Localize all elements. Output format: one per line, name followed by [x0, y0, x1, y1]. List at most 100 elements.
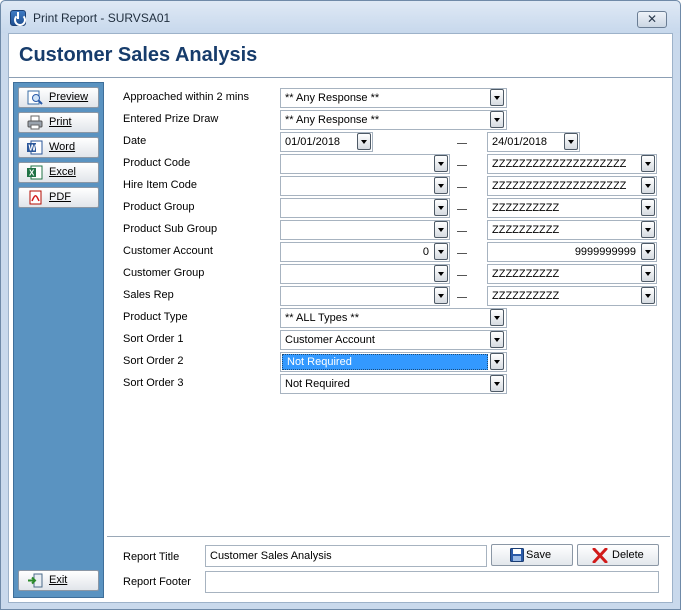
customer-group-from-field[interactable]	[280, 264, 450, 284]
customer-account-from-value: 0	[422, 246, 429, 258]
date-label: Date	[123, 135, 147, 147]
pdf-icon	[29, 190, 42, 205]
report-footer-panel: Report Title Customer Sales Analysis Sav…	[107, 536, 670, 600]
save-button[interactable]: Save	[491, 544, 573, 566]
product-group-from-field[interactable]	[280, 198, 450, 218]
customer-group-label: Customer Group	[123, 267, 205, 279]
chevron-down-icon[interactable]	[641, 199, 655, 216]
chevron-down-icon[interactable]	[641, 243, 655, 260]
window-title: Print Report - SURVSA01	[33, 11, 171, 25]
chevron-down-icon[interactable]	[357, 133, 371, 150]
product-code-to-field[interactable]: ZZZZZZZZZZZZZZZZZZZZ	[487, 154, 657, 174]
chevron-down-icon[interactable]	[490, 375, 504, 392]
chevron-down-icon[interactable]	[434, 265, 448, 282]
date-from-value: 01/01/2018	[285, 136, 341, 148]
report-footer-label: Report Footer	[123, 576, 191, 588]
prize-draw-select[interactable]: ** Any Response **	[280, 110, 507, 130]
chevron-down-icon[interactable]	[490, 353, 504, 370]
chevron-down-icon[interactable]	[490, 111, 504, 128]
chevron-down-icon[interactable]	[641, 287, 655, 304]
report-footer-input[interactable]	[205, 571, 659, 593]
sales-rep-label: Sales Rep	[123, 289, 174, 301]
product-type-select[interactable]: ** ALL Types **	[280, 308, 507, 328]
delete-button[interactable]: Delete	[577, 544, 659, 566]
chevron-down-icon[interactable]	[434, 177, 448, 194]
chevron-down-icon[interactable]	[641, 155, 655, 172]
preview-button[interactable]: Preview	[18, 87, 99, 108]
save-label: Save	[526, 549, 552, 561]
sort-order-1-select[interactable]: Customer Account	[280, 330, 507, 350]
pdf-button[interactable]: PDF	[18, 187, 99, 208]
product-sub-group-to-field[interactable]: ZZZZZZZZZZ	[487, 220, 657, 240]
chevron-down-icon[interactable]	[434, 243, 448, 260]
range-dash	[457, 209, 467, 210]
product-group-to-field[interactable]: ZZZZZZZZZZ	[487, 198, 657, 218]
preview-icon	[27, 90, 43, 105]
hire-item-code-label: Hire Item Code	[123, 179, 197, 191]
print-report-window: Print Report - SURVSA01 ✕ Customer Sales…	[0, 0, 681, 610]
pdf-label: PDF	[49, 191, 71, 203]
chevron-down-icon[interactable]	[434, 155, 448, 172]
date-to-field[interactable]: 24/01/2018	[487, 132, 580, 152]
title-bar: Print Report - SURVSA01 ✕	[1, 1, 680, 33]
product-sub-group-to-value: ZZZZZZZZZZ	[492, 224, 560, 236]
approached-label: Approached within 2 mins	[123, 91, 249, 103]
word-button[interactable]: W Word	[18, 137, 99, 158]
product-code-label: Product Code	[123, 157, 191, 169]
chevron-down-icon[interactable]	[490, 331, 504, 348]
sales-rep-to-field[interactable]: ZZZZZZZZZZ	[487, 286, 657, 306]
hire-item-code-to-field[interactable]: ZZZZZZZZZZZZZZZZZZZZ	[487, 176, 657, 196]
approached-select[interactable]: ** Any Response **	[280, 88, 507, 108]
close-button[interactable]: ✕	[637, 11, 667, 28]
product-code-from-field[interactable]	[280, 154, 450, 174]
sort-order-1-label: Sort Order 1	[123, 333, 184, 345]
chevron-down-icon[interactable]	[490, 309, 504, 326]
chevron-down-icon[interactable]	[434, 287, 448, 304]
customer-group-to-value: ZZZZZZZZZZ	[492, 268, 560, 280]
chevron-down-icon[interactable]	[641, 265, 655, 282]
hire-item-code-from-field[interactable]	[280, 176, 450, 196]
chevron-down-icon[interactable]	[434, 199, 448, 216]
chevron-down-icon[interactable]	[490, 89, 504, 106]
close-icon: ✕	[646, 12, 658, 26]
report-title-input[interactable]: Customer Sales Analysis	[205, 545, 487, 567]
report-title-label: Report Title	[123, 551, 180, 563]
range-dash	[457, 275, 467, 276]
word-icon: W	[27, 140, 43, 155]
range-dash	[457, 187, 467, 188]
prize-draw-label: Entered Prize Draw	[123, 113, 219, 125]
excel-label: Excel	[49, 166, 76, 178]
chevron-down-icon[interactable]	[641, 177, 655, 194]
date-from-field[interactable]: 01/01/2018	[280, 132, 373, 152]
sales-rep-from-field[interactable]	[280, 286, 450, 306]
customer-group-to-field[interactable]: ZZZZZZZZZZ	[487, 264, 657, 284]
excel-icon: X	[27, 165, 43, 180]
chevron-down-icon[interactable]	[434, 221, 448, 238]
chevron-down-icon[interactable]	[564, 133, 578, 150]
customer-account-to-field[interactable]: 9999999999	[487, 242, 657, 262]
sort-order-3-select[interactable]: Not Required	[280, 374, 507, 394]
chevron-down-icon[interactable]	[641, 221, 655, 238]
print-button[interactable]: Print	[18, 112, 99, 133]
exit-icon	[28, 573, 43, 588]
excel-button[interactable]: X Excel	[18, 162, 99, 183]
sort-order-3-label: Sort Order 3	[123, 377, 184, 389]
svg-text:X: X	[29, 169, 35, 178]
product-sub-group-label: Product Sub Group	[123, 223, 218, 235]
exit-button[interactable]: Exit	[18, 570, 99, 591]
sort-order-3-value: Not Required	[285, 378, 350, 390]
customer-account-from-field[interactable]: 0	[280, 242, 450, 262]
customer-account-to-value: 9999999999	[574, 246, 636, 258]
product-sub-group-from-field[interactable]	[280, 220, 450, 240]
range-dash	[457, 143, 467, 144]
save-icon	[510, 548, 524, 562]
prize-draw-value: ** Any Response **	[285, 114, 380, 126]
report-panel: Customer Sales Analysis Preview Print W …	[8, 33, 673, 603]
hire-item-code-to-value: ZZZZZZZZZZZZZZZZZZZZ	[492, 180, 627, 192]
range-dash	[457, 297, 467, 298]
word-label: Word	[49, 141, 76, 153]
delete-label: Delete	[612, 549, 644, 561]
product-type-label: Product Type	[123, 311, 188, 323]
product-code-to-value: ZZZZZZZZZZZZZZZZZZZZ	[492, 158, 627, 170]
sort-order-2-select[interactable]: Not Required	[280, 352, 507, 372]
